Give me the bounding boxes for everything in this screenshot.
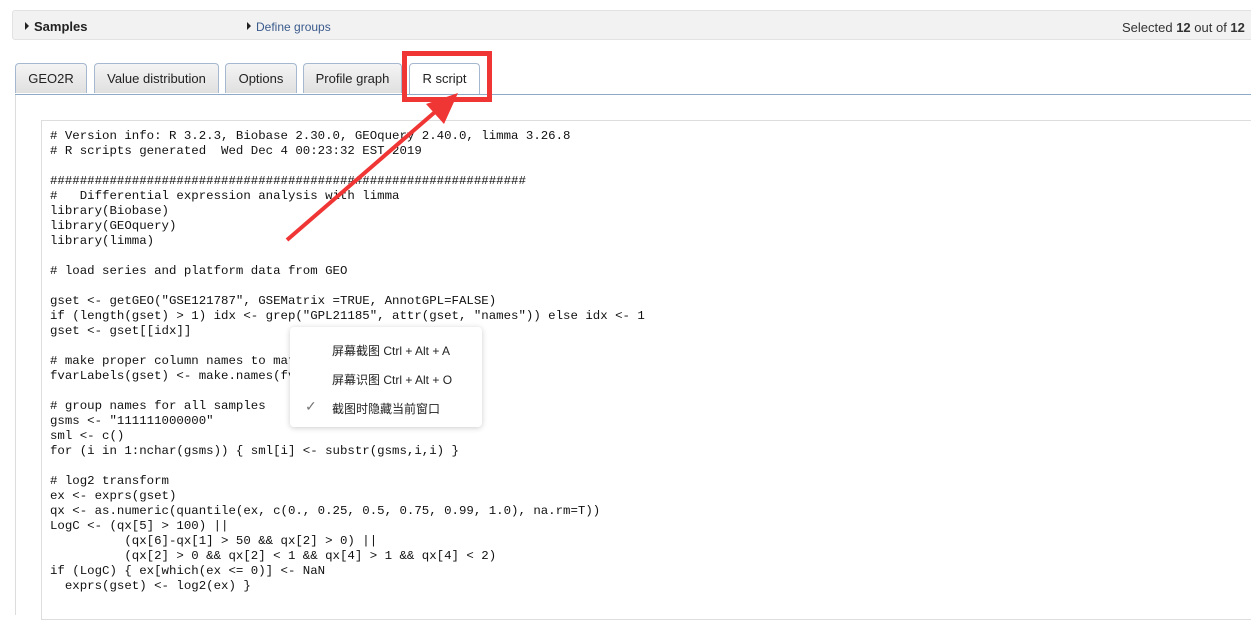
code-line: library(limma) [50,234,155,248]
selection-count: Selected 12 out of 12 [1122,20,1245,35]
code-line: qx <- as.numeric(quantile(ex, c(0., 0.25… [50,504,601,518]
code-line: # load series and platform data from GEO [50,264,348,278]
code-line: # log2 transform [50,474,169,488]
selected-mid: out of [1190,20,1231,35]
tab-geo2r[interactable]: GEO2R [15,63,87,93]
code-line: exprs(gset) <- log2(ex) } [50,579,251,593]
highlight-box-annotation [402,51,492,102]
code-line: sml <- c() [50,429,125,443]
samples-bar: Samples Define groups Selected 12 out of… [12,10,1251,40]
code-line: ex <- exprs(gset) [50,489,177,503]
samples-toggle[interactable]: Samples [25,19,87,34]
menu-item-screenshot[interactable]: 屏幕截图 Ctrl + Alt + A [332,342,450,359]
code-line: # Differential expression analysis with … [50,189,400,203]
check-icon: ✓ [305,398,317,414]
tab-value-distribution[interactable]: Value distribution [94,63,219,93]
tab-options[interactable]: Options [225,63,297,93]
menu-item-image-recognition[interactable]: 屏幕识图 Ctrl + Alt + O [332,371,452,388]
code-line: LogC <- (qx[5] > 100) || [50,519,229,533]
menu-item-hide-window[interactable]: 截图时隐藏当前窗口 [332,400,440,417]
caret-right-icon [25,22,29,30]
caret-right-icon [247,22,251,30]
selected-count: 12 [1176,20,1191,35]
context-menu: 屏幕截图 Ctrl + Alt + A 屏幕识图 Ctrl + Alt + O … [290,327,482,427]
selected-prefix: Selected [1122,20,1177,35]
code-line: # Version info: R 3.2.3, Biobase 2.30.0,… [50,129,571,143]
tab-profile-graph[interactable]: Profile graph [303,63,402,93]
define-groups-label: Define groups [256,20,331,34]
code-line: gset <- getGEO("GSE121787", GSEMatrix =T… [50,294,497,308]
samples-label: Samples [34,19,88,34]
code-line: # R scripts generated Wed Dec 4 00:23:32… [50,144,422,158]
code-line: (qx[2] > 0 && qx[2] < 1 && qx[4] > 1 && … [50,549,497,563]
code-line: for (i in 1:nchar(gsms)) { sml[i] <- sub… [50,444,459,458]
selected-total: 12 [1230,20,1245,35]
code-line: (qx[6]-qx[1] > 50 && qx[2] > 0) || [50,534,378,548]
r-script-box[interactable]: # Version info: R 3.2.3, Biobase 2.30.0,… [41,120,1251,620]
code-line: if (length(gset) > 1) idx <- grep("GPL21… [50,309,645,323]
code-line: library(GEOquery) [50,219,177,233]
code-line: ########################################… [50,174,526,188]
code-line: library(Biobase) [50,204,169,218]
define-groups-link[interactable]: Define groups [247,20,331,34]
code-line: if (LogC) { ex[which(ex <= 0)] <- NaN [50,564,326,578]
